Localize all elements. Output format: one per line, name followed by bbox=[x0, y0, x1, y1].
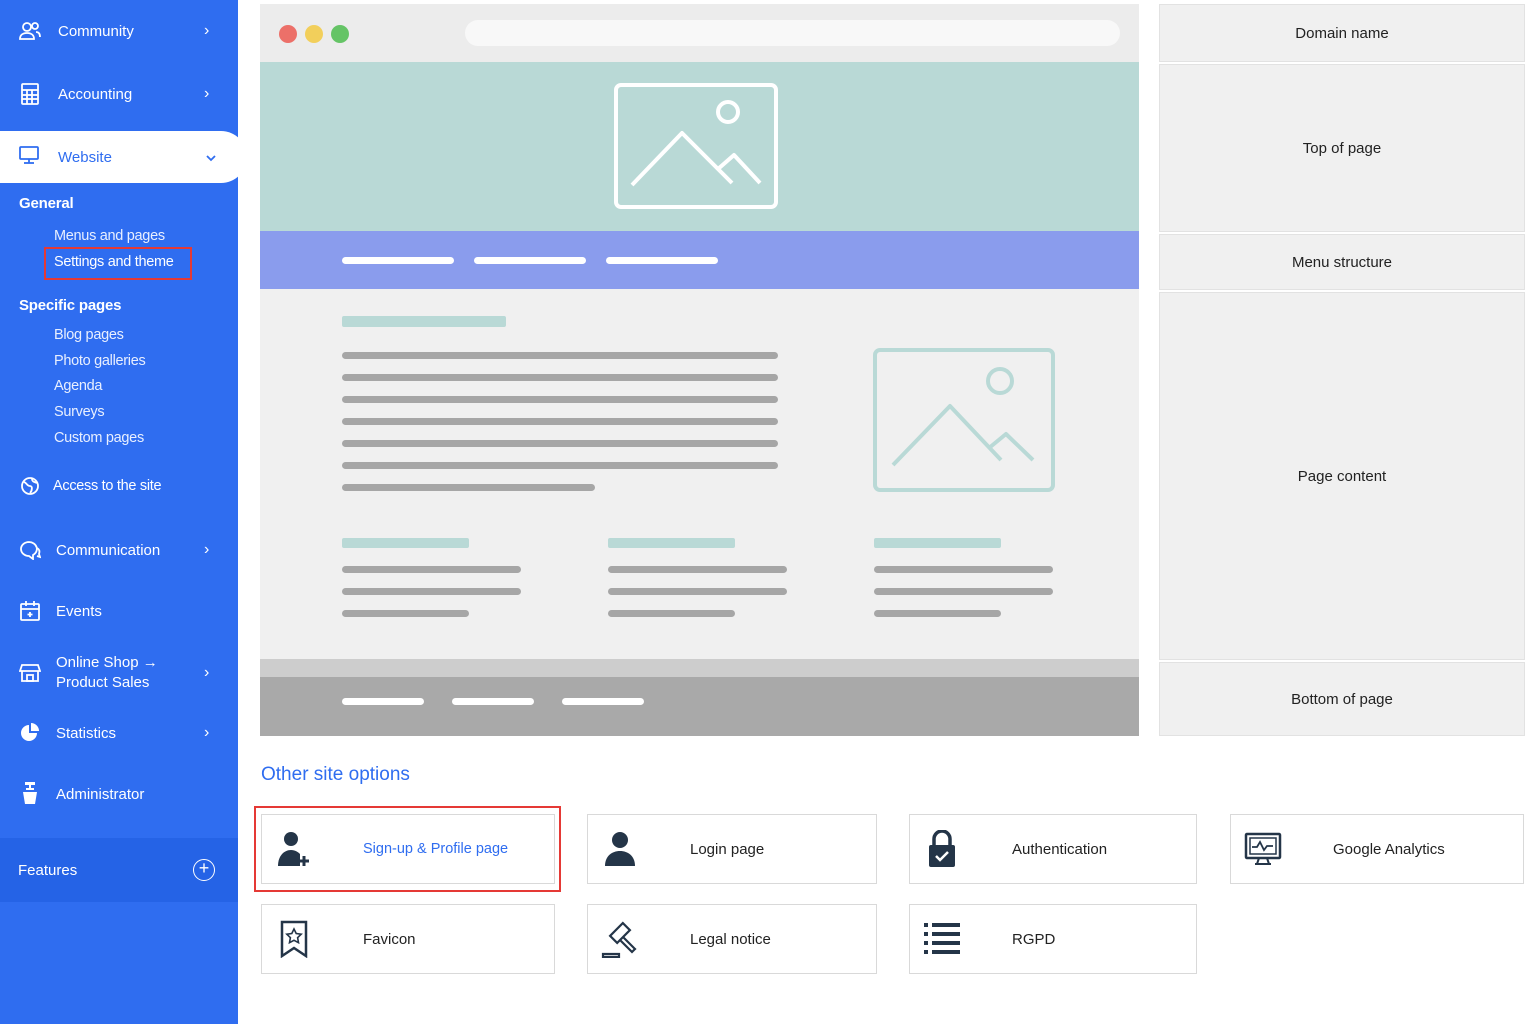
sub-blog-pages[interactable]: Blog pages bbox=[54, 327, 124, 343]
features-label: Features bbox=[18, 861, 78, 879]
card-authentication-label: Authentication bbox=[1012, 840, 1108, 858]
chevron-right-icon: › bbox=[204, 664, 210, 681]
nav-accounting-label: Accounting bbox=[58, 85, 133, 103]
calendar-icon bbox=[18, 599, 42, 623]
chevron-down-icon bbox=[205, 150, 217, 165]
pie-chart-icon bbox=[18, 721, 42, 745]
card-google-analytics-label: Google Analytics bbox=[1333, 840, 1445, 858]
store-icon bbox=[18, 661, 42, 685]
zone-top-of-page[interactable]: Top of page bbox=[1159, 64, 1525, 232]
nav-events-label: Events bbox=[56, 602, 102, 620]
community-icon bbox=[18, 19, 42, 43]
chevron-right-icon: › bbox=[204, 22, 210, 39]
sub-custom-pages[interactable]: Custom pages bbox=[54, 430, 144, 446]
card-legal-notice[interactable]: Legal notice bbox=[587, 904, 877, 974]
nav-events[interactable]: Events bbox=[0, 587, 238, 635]
nav-community[interactable]: Community › bbox=[0, 7, 238, 55]
calculator-icon bbox=[18, 82, 42, 106]
plus-circle-icon[interactable]: + bbox=[193, 859, 215, 881]
preview-header-banner bbox=[260, 62, 1139, 231]
card-login-page[interactable]: Login page bbox=[587, 814, 877, 884]
card-google-analytics[interactable]: Google Analytics bbox=[1230, 814, 1524, 884]
sidebar: Community › Accounting › Website General… bbox=[0, 0, 247, 1024]
nav-community-label: Community bbox=[58, 22, 134, 40]
gavel-icon bbox=[600, 919, 640, 959]
features-section[interactable]: Features + bbox=[0, 838, 238, 902]
card-favicon-label: Favicon bbox=[363, 930, 416, 948]
nav-communication-label: Communication bbox=[56, 541, 161, 559]
sub-settings-and-theme[interactable]: Settings and theme bbox=[44, 247, 192, 280]
card-signup-label: Sign-up & Profile page bbox=[363, 841, 509, 857]
user-icon bbox=[600, 829, 640, 869]
zone-bottom-of-page[interactable]: Bottom of page bbox=[1159, 662, 1525, 736]
sub-surveys[interactable]: Surveys bbox=[54, 404, 105, 420]
section-specific-pages: Specific pages bbox=[19, 297, 122, 314]
address-bar bbox=[465, 20, 1120, 46]
window-minimize-dot bbox=[305, 25, 323, 43]
nav-website-label: Website bbox=[58, 148, 112, 166]
browser-bar bbox=[260, 4, 1139, 62]
user-add-icon bbox=[274, 829, 314, 869]
nav-access-to-site[interactable]: Access to the site bbox=[0, 462, 238, 510]
chat-icon bbox=[18, 538, 42, 562]
administrator-icon bbox=[18, 782, 42, 806]
website-preview bbox=[260, 4, 1139, 736]
chevron-right-icon: › bbox=[204, 724, 210, 741]
window-close-dot bbox=[279, 25, 297, 43]
sub-agenda[interactable]: Agenda bbox=[54, 378, 103, 394]
list-icon bbox=[922, 919, 962, 959]
nav-online-shop[interactable]: Online Shop → Product Sales › bbox=[0, 650, 238, 696]
nav-statistics-label: Statistics bbox=[56, 724, 117, 742]
section-general: General bbox=[19, 195, 74, 212]
card-rgpd-label: RGPD bbox=[1012, 930, 1056, 948]
bookmark-star-icon bbox=[274, 919, 314, 959]
nav-statistics[interactable]: Statistics › bbox=[0, 709, 238, 757]
card-authentication[interactable]: Authentication bbox=[909, 814, 1197, 884]
monitor-chart-icon bbox=[1243, 829, 1283, 869]
nav-online-shop-label: Online Shop → Product Sales bbox=[56, 653, 158, 693]
preview-footer bbox=[260, 659, 1139, 736]
card-favicon[interactable]: Favicon bbox=[261, 904, 555, 974]
zone-page-content[interactable]: Page content bbox=[1159, 292, 1525, 660]
card-login-label: Login page bbox=[690, 840, 765, 858]
nav-online-shop-line2: Product Sales bbox=[56, 674, 150, 691]
nav-accounting[interactable]: Accounting › bbox=[0, 70, 238, 118]
preview-menu-bar bbox=[260, 231, 1139, 289]
card-signup-profile[interactable]: Sign-up & Profile page bbox=[261, 814, 555, 884]
card-rgpd[interactable]: RGPD bbox=[909, 904, 1197, 974]
sub-menus-and-pages[interactable]: Menus and pages bbox=[54, 228, 165, 244]
image-placeholder-icon bbox=[873, 348, 1055, 492]
globe-icon bbox=[18, 474, 42, 498]
nav-online-shop-line1: Online Shop → bbox=[56, 654, 158, 671]
zone-menu-structure[interactable]: Menu structure bbox=[1159, 234, 1525, 290]
nav-communication[interactable]: Communication › bbox=[0, 526, 238, 574]
lock-icon bbox=[922, 829, 962, 869]
monitor-icon bbox=[18, 145, 40, 169]
nav-administrator-label: Administrator bbox=[56, 785, 145, 803]
zone-domain-name[interactable]: Domain name bbox=[1159, 4, 1525, 62]
chevron-right-icon: › bbox=[204, 85, 210, 102]
chevron-right-icon: › bbox=[204, 541, 210, 558]
sub-photo-galleries[interactable]: Photo galleries bbox=[54, 353, 146, 369]
nav-access-label: Access to the site bbox=[53, 478, 162, 494]
card-legal-notice-label: Legal notice bbox=[690, 930, 771, 948]
nav-administrator[interactable]: Administrator bbox=[0, 770, 238, 818]
nav-website[interactable]: Website bbox=[0, 131, 247, 183]
other-options-title: Other site options bbox=[261, 764, 410, 785]
image-placeholder-icon bbox=[614, 83, 778, 209]
window-maximize-dot bbox=[331, 25, 349, 43]
